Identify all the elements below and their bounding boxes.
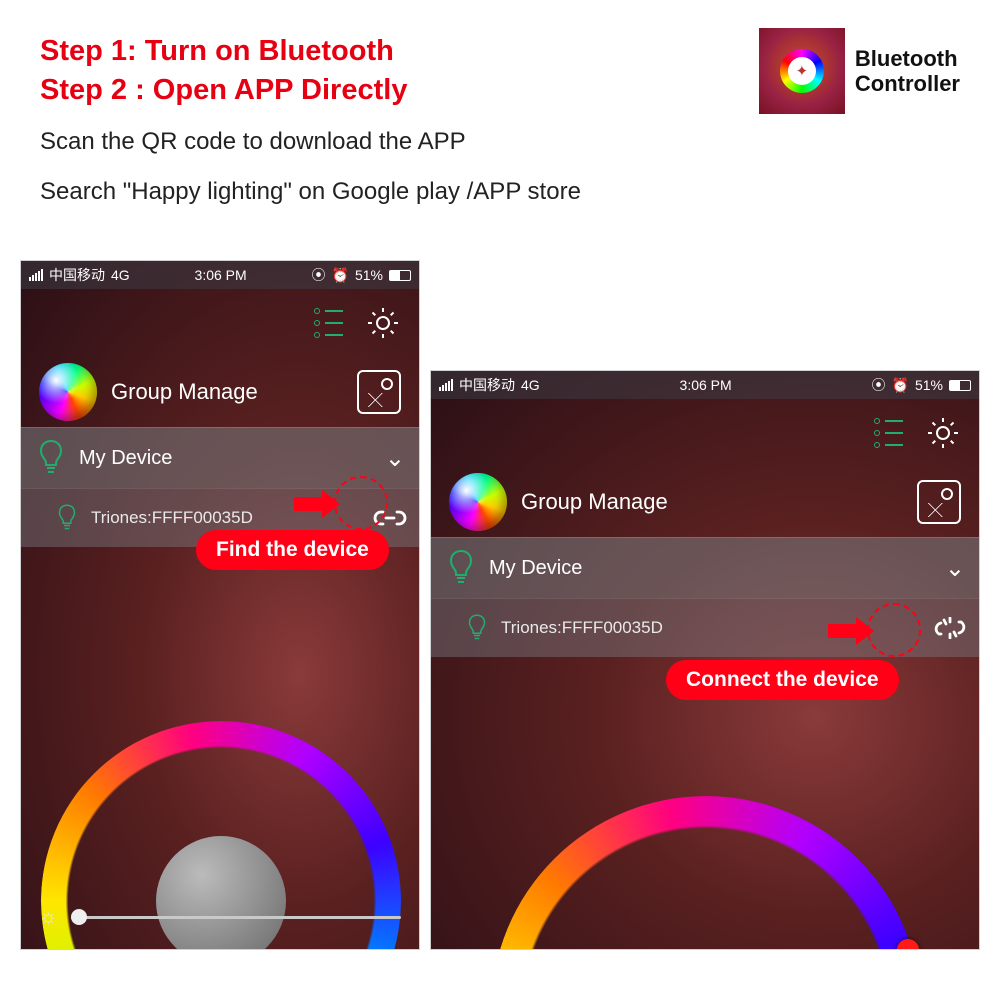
status-bar: 中国移动 4G 3:06 PM ⦿ ⏰ 51% [21, 261, 419, 289]
signal-icon [29, 269, 43, 281]
battery-label: 51% [915, 377, 943, 393]
phone-screenshot-1: 中国移动 4G 3:06 PM ⦿ ⏰ 51% Group Manage My … [20, 260, 420, 950]
clock-label: 3:06 PM [680, 377, 732, 393]
picture-icon[interactable] [357, 370, 401, 414]
bulb-icon [55, 503, 79, 533]
group-manage-label: Group Manage [111, 379, 343, 405]
callout-find-device: Find the device [196, 530, 389, 570]
color-ball-icon [449, 473, 507, 531]
network-label: 4G [521, 377, 540, 393]
my-device-row[interactable]: My Device ⌄ [431, 537, 979, 598]
list-menu-icon[interactable] [314, 308, 343, 338]
battery-label: 51% [355, 267, 383, 283]
app-icon-label: Bluetooth Controller [855, 46, 960, 97]
instruction-line-1: Scan the QR code to download the APP [40, 124, 960, 160]
location-icon: ⦿ [872, 375, 886, 395]
brightness-low-icon: ☼ [39, 906, 57, 929]
brightness-slider[interactable]: ☼ [39, 906, 401, 929]
annotation-circle-find [334, 476, 388, 530]
group-manage-label: Group Manage [521, 489, 903, 515]
settings-icon[interactable] [925, 415, 961, 451]
my-device-label: My Device [489, 557, 933, 580]
chevron-down-icon: ⌄ [945, 554, 965, 583]
battery-icon [949, 380, 971, 391]
bulb-icon [445, 548, 477, 588]
color-wheel-handle[interactable] [897, 939, 919, 950]
annotation-arrow-icon [828, 617, 874, 645]
instruction-line-2: Search "Happy lighting" on Google play /… [40, 174, 960, 210]
bulb-icon [35, 438, 67, 478]
app-icon: ✦ [759, 28, 845, 114]
group-manage-row[interactable]: Group Manage [431, 467, 979, 537]
settings-icon[interactable] [365, 305, 401, 341]
status-bar: 中国移动 4G 3:06 PM ⦿ ⏰ 51% [431, 371, 979, 399]
my-device-label: My Device [79, 447, 373, 470]
battery-icon [389, 270, 411, 281]
slider-thumb[interactable] [71, 909, 87, 925]
color-wheel[interactable] [491, 796, 921, 950]
alarm-icon: ⏰ [332, 267, 349, 284]
chevron-down-icon: ⌄ [385, 444, 405, 473]
location-icon: ⦿ [312, 265, 326, 285]
unlink-icon[interactable] [933, 617, 967, 639]
group-manage-row[interactable]: Group Manage [21, 357, 419, 427]
carrier-label: 中国移动 [49, 265, 105, 285]
signal-icon [439, 379, 453, 391]
list-menu-icon[interactable] [874, 418, 903, 448]
callout-connect-device: Connect the device [666, 660, 899, 700]
picture-icon[interactable] [917, 480, 961, 524]
color-ball-icon [39, 363, 97, 421]
app-icon-block: ✦ Bluetooth Controller [759, 28, 960, 114]
clock-label: 3:06 PM [195, 267, 247, 283]
network-label: 4G [111, 267, 130, 283]
annotation-circle-connect [867, 603, 921, 657]
carrier-label: 中国移动 [459, 375, 515, 395]
annotation-arrow-icon [294, 490, 340, 518]
alarm-icon: ⏰ [892, 377, 909, 394]
bulb-icon [465, 613, 489, 643]
